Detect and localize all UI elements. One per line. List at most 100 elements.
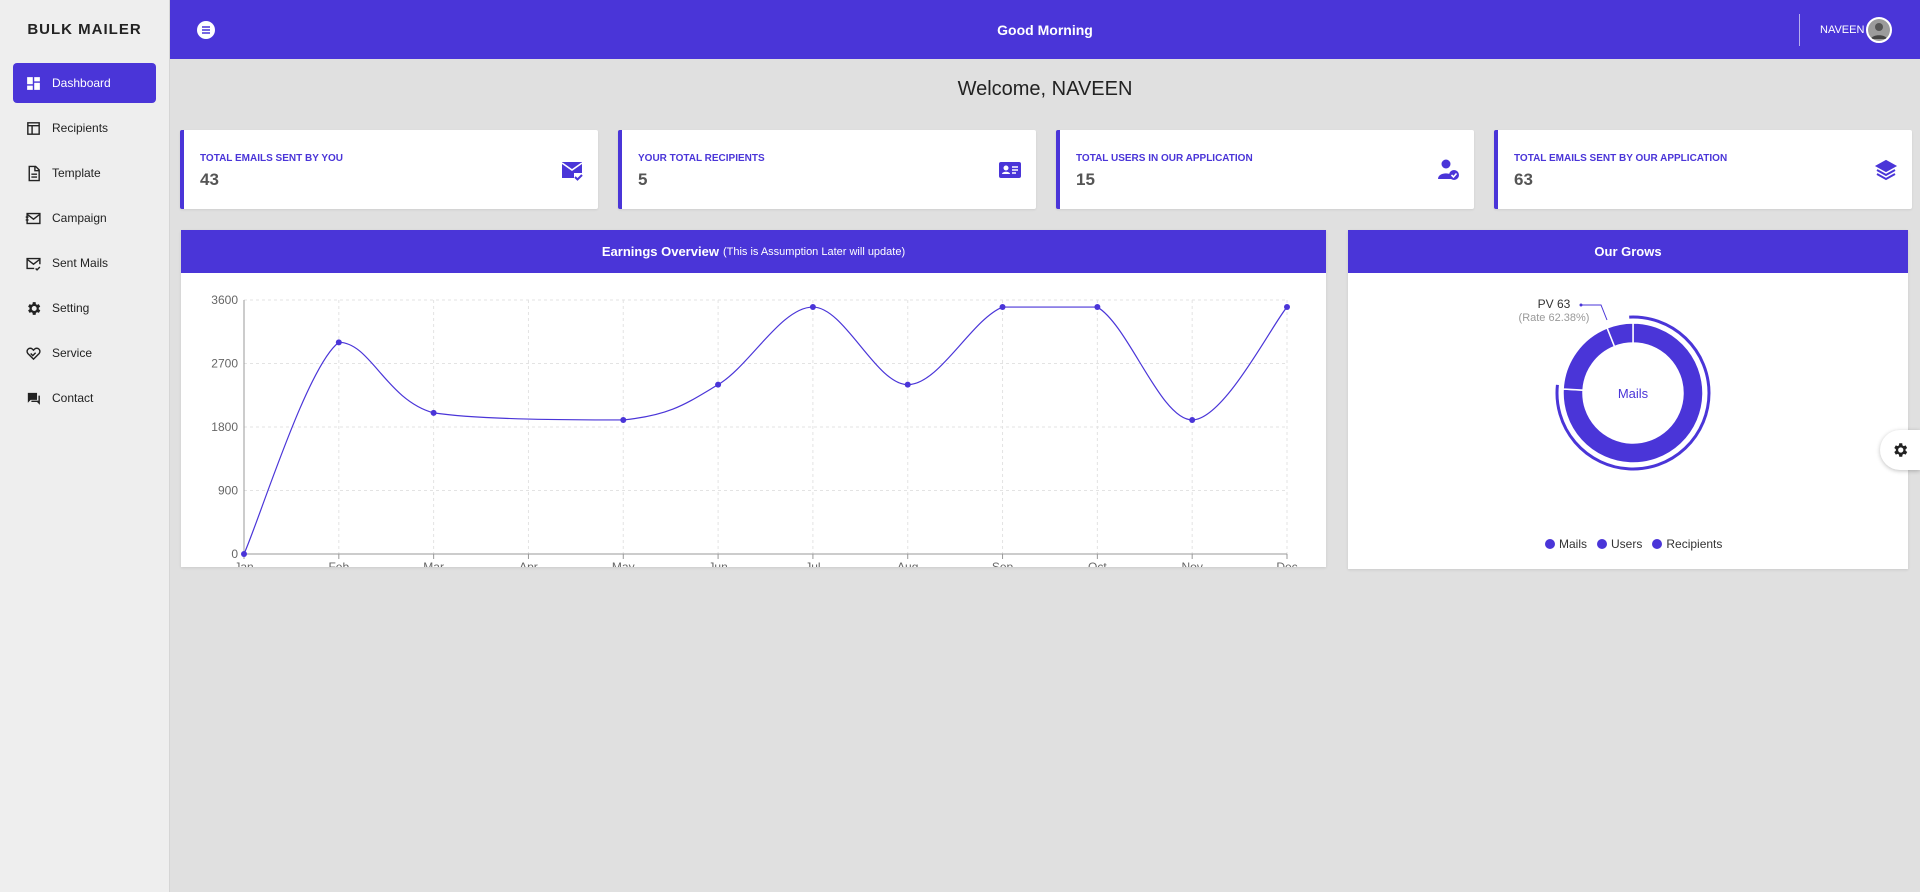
greeting-text: Good Morning <box>997 21 1093 38</box>
panel-title: Our Grows <box>1594 244 1662 259</box>
sidebar-item-label: Recipients <box>52 121 109 135</box>
callout-dot <box>1579 303 1583 307</box>
x-tick-label: May <box>612 560 635 567</box>
data-point <box>620 416 627 423</box>
legend-item-recipients[interactable]: Recipients <box>1652 537 1722 551</box>
user-name[interactable]: NAVEEN <box>1820 0 1864 59</box>
x-tick-label: Apr <box>519 560 538 567</box>
sidebar-item-recipients[interactable]: Recipients <box>13 108 156 148</box>
panel-header: Earnings Overview (This is Assumption La… <box>181 230 1326 273</box>
sidebar: BULK MAILER Dashboard Recipients Templat… <box>0 0 170 892</box>
chat-icon <box>24 389 42 407</box>
x-tick-label: Jul <box>805 560 820 567</box>
mail-check-icon <box>24 254 42 272</box>
card-label: TOTAL EMAILS SENT BY YOU <box>200 153 343 164</box>
grows-pie-chart: Mails PV 63(Rate 62.38%) <box>1519 297 1711 471</box>
data-point <box>430 409 437 416</box>
x-tick-label: Jun <box>708 560 727 567</box>
x-tick-label: Oct <box>1088 560 1107 567</box>
x-tick-label: Dec <box>1276 560 1297 567</box>
sidebar-item-service[interactable]: Service <box>13 333 156 373</box>
legend-label: Users <box>1611 537 1643 551</box>
data-point <box>335 339 342 346</box>
series-line <box>243 306 1288 555</box>
dashboard-icon <box>24 74 42 92</box>
legend-swatch <box>1597 539 1608 549</box>
card-value: 15 <box>1076 170 1095 189</box>
brand-logo[interactable]: BULK MAILER <box>0 0 169 58</box>
data-point <box>1284 304 1290 311</box>
sidebar-item-label: Dashboard <box>52 76 111 90</box>
gear-icon <box>24 299 42 317</box>
x-tick-label: Aug <box>897 560 918 567</box>
sidebar-item-setting[interactable]: Setting <box>13 288 156 328</box>
sidebar-item-dashboard[interactable]: Dashboard <box>13 63 156 103</box>
y-tick-label: 2700 <box>211 357 238 371</box>
legend-swatch <box>1652 539 1663 549</box>
pie-legend: Mails Users Recipients <box>1545 537 1722 551</box>
card-value: 5 <box>638 170 648 189</box>
card-label: TOTAL USERS IN OUR APPLICATION <box>1076 153 1253 164</box>
card-value: 43 <box>200 170 219 189</box>
data-point <box>1094 304 1101 311</box>
sidebar-item-label: Contact <box>52 391 94 405</box>
sidebar-item-template[interactable]: Template <box>13 153 156 193</box>
grows-panel: Our Grows Mails PV 63 (Rate 62.38%) <box>1348 230 1908 569</box>
pie-center-label: Mails <box>1618 386 1649 401</box>
data-point <box>809 304 816 311</box>
stat-card-app-emails: TOTAL EMAILS SENT BY OUR APPLICATION 63 <box>1494 130 1912 209</box>
page-title: Welcome, NAVEEN <box>957 78 1133 100</box>
menu-icon <box>202 26 210 34</box>
id-card-icon <box>999 162 1021 178</box>
sidebar-item-label: Template <box>52 166 101 180</box>
callout-rate: (Rate 62.38%) <box>1519 312 1590 324</box>
card-label: TOTAL EMAILS SENT BY OUR APPLICATION <box>1514 153 1728 164</box>
legend-label: Mails <box>1559 537 1588 551</box>
layers-icon <box>1874 159 1898 181</box>
sidebar-item-contact[interactable]: Contact <box>13 378 156 418</box>
stat-card-users: TOTAL USERS IN OUR APPLICATION 15 <box>1056 130 1474 209</box>
x-tick-label: Mar <box>423 560 444 567</box>
sidebar-item-label: Setting <box>52 301 90 315</box>
panel-title: Earnings Overview <box>601 244 719 259</box>
menu-toggle-button[interactable] <box>197 21 215 39</box>
sidebar-item-label: Sent Mails <box>52 256 109 270</box>
stat-card-recipients: YOUR TOTAL RECIPIENTS 5 <box>618 130 1036 209</box>
sidebar-item-campaign[interactable]: Campaign <box>13 198 156 238</box>
gear-icon <box>1894 443 1908 457</box>
y-tick-label: 0 <box>231 547 238 561</box>
user-check-icon <box>1438 159 1459 180</box>
mail-check-icon <box>561 162 583 181</box>
document-icon <box>24 164 42 182</box>
data-point <box>904 381 911 388</box>
x-tick-label: Sep <box>992 560 1014 567</box>
table-icon <box>24 119 42 137</box>
earnings-panel: Earnings Overview (This is Assumption La… <box>181 230 1326 567</box>
panel-header: Our Grows <box>1348 230 1908 273</box>
avatar[interactable] <box>1866 17 1892 43</box>
settings-float-button[interactable] <box>1880 430 1920 470</box>
sidebar-nav: Dashboard Recipients Template Campaign S… <box>0 58 169 428</box>
data-point <box>999 304 1006 311</box>
data-point <box>1189 416 1196 423</box>
data-point <box>241 551 247 557</box>
legend-item-users[interactable]: Users <box>1597 537 1642 551</box>
sidebar-item-label: Campaign <box>52 211 107 225</box>
data-point <box>715 381 722 388</box>
y-tick-label: 900 <box>218 484 238 498</box>
legend-item-mails[interactable]: Mails <box>1545 537 1587 551</box>
panel-subtitle: (This is Assumption Later will update) <box>722 245 906 258</box>
earnings-line-chart: 0 900 1800 2700 3600 Jan Feb Mar Apr May Jun Jul Aug… <box>211 293 1297 567</box>
x-tick-label: Nov <box>1182 560 1203 567</box>
pie-slice-users <box>1562 326 1616 391</box>
card-label: YOUR TOTAL RECIPIENTS <box>638 153 765 164</box>
legend-label: Recipients <box>1666 537 1723 551</box>
sidebar-item-label: Service <box>52 346 93 360</box>
hand-heart-icon <box>24 344 42 362</box>
header-divider <box>1799 14 1800 46</box>
y-tick-label: 3600 <box>211 293 238 307</box>
x-tick-label: Jan <box>234 560 253 567</box>
x-tick-label: Feb <box>328 560 349 567</box>
y-tick-label: 1800 <box>211 420 238 434</box>
sidebar-item-sent-mails[interactable]: Sent Mails <box>13 243 156 283</box>
